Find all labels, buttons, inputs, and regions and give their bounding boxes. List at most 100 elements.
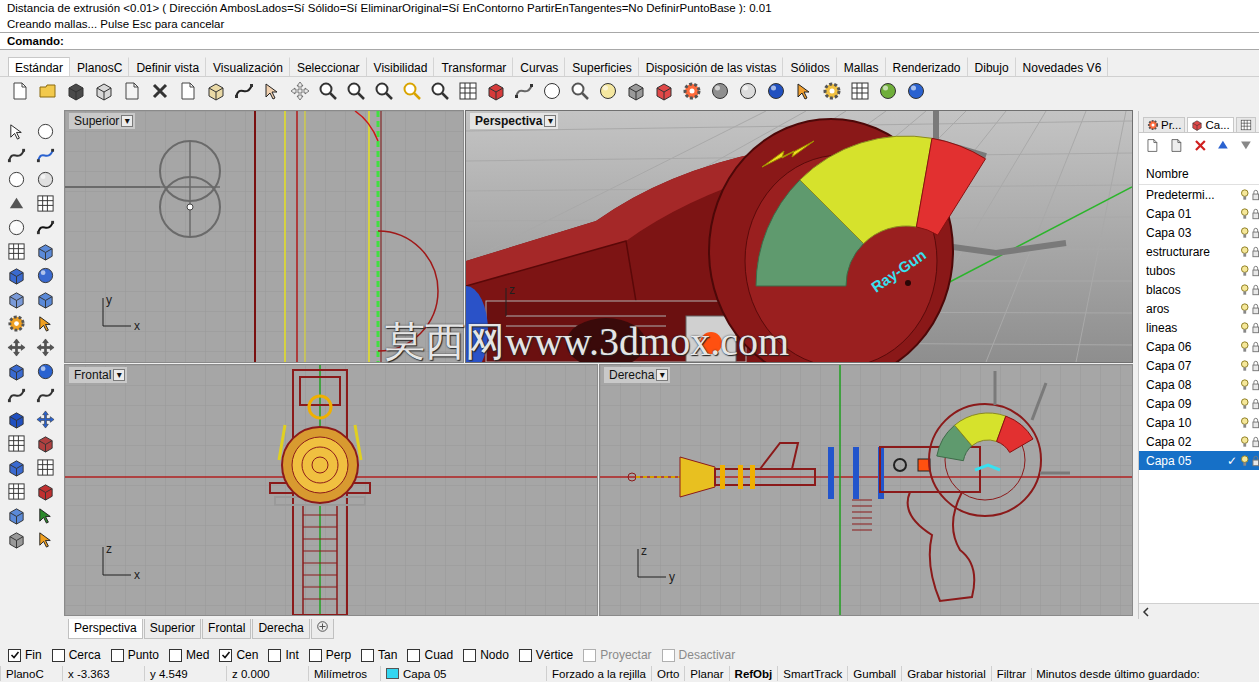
tool-button[interactable] [34, 503, 58, 527]
tool-button[interactable] [92, 79, 116, 103]
bulb-icon[interactable] [1241, 322, 1249, 334]
tool-button[interactable] [372, 79, 396, 103]
viewport-menu-button[interactable]: ▾ [656, 369, 668, 381]
tool-button[interactable] [34, 287, 58, 311]
bulb-icon[interactable] [1241, 379, 1249, 391]
layer-row[interactable]: Capa 06 [1139, 337, 1259, 356]
tool-button[interactable] [428, 79, 452, 103]
right-view-drawing[interactable]: zy [600, 365, 1132, 615]
checkbox[interactable] [309, 649, 322, 662]
tool-button[interactable] [34, 239, 58, 263]
layer-row[interactable]: aros [1139, 299, 1259, 318]
toolbar-tab[interactable]: Curvas [513, 57, 565, 76]
tool-button[interactable] [5, 407, 29, 431]
lock-icon[interactable] [1252, 303, 1259, 315]
osnap-option[interactable]: Cerca [52, 648, 101, 662]
tool-button[interactable] [5, 191, 29, 215]
tool-button[interactable] [512, 79, 536, 103]
tool-button[interactable] [596, 79, 620, 103]
toolbar-tab[interactable]: Estándar [8, 57, 70, 76]
tool-button[interactable] [652, 79, 676, 103]
tool-button[interactable] [5, 479, 29, 503]
lock-icon[interactable] [1252, 341, 1259, 353]
toolbar-tab[interactable]: Sólidos [783, 57, 836, 76]
tool-button[interactable] [34, 431, 58, 455]
tool-button[interactable] [34, 263, 58, 287]
tool-button[interactable] [34, 527, 58, 551]
layer-row[interactable]: estructurare [1139, 242, 1259, 261]
tool-button[interactable] [736, 79, 760, 103]
panel-tab[interactable]: Pr... [1143, 117, 1185, 132]
command-prompt[interactable]: Comando: [0, 32, 1259, 50]
checkbox[interactable] [463, 649, 476, 662]
lock-icon[interactable] [1252, 322, 1259, 334]
checkbox[interactable] [111, 649, 124, 662]
lock-icon[interactable] [1252, 379, 1259, 391]
tool-button[interactable] [680, 79, 704, 103]
tool-button[interactable] [848, 79, 872, 103]
bulb-icon[interactable] [1241, 455, 1249, 467]
tool-button[interactable] [34, 383, 58, 407]
panel-tab[interactable] [1236, 117, 1256, 132]
viewport[interactable]: Ray-GunzPerspectiva▾ [466, 111, 1132, 362]
tool-button[interactable] [5, 167, 29, 191]
tool-button[interactable] [148, 79, 172, 103]
front-view-drawing[interactable]: zx [65, 365, 597, 615]
lock-icon[interactable] [1252, 398, 1259, 410]
tool-button[interactable] [5, 455, 29, 479]
viewport-title[interactable]: Frontal▾ [69, 367, 127, 383]
status-toggle[interactable]: Forzado a la rejilla [546, 666, 651, 681]
tool-button[interactable] [5, 215, 29, 239]
layer-row[interactable]: Capa 02 [1139, 432, 1259, 451]
lock-icon[interactable] [1252, 360, 1259, 372]
status-toggle[interactable]: Orto [651, 666, 684, 681]
checkbox[interactable] [52, 649, 65, 662]
lock-icon[interactable] [1252, 189, 1259, 201]
layer-row[interactable]: Capa 07 [1139, 356, 1259, 375]
tool-button[interactable] [764, 79, 788, 103]
tool-button[interactable] [34, 455, 58, 479]
bulb-icon[interactable] [1241, 436, 1249, 448]
scroll-left-icon[interactable] [1142, 607, 1150, 617]
bulb-icon[interactable] [1241, 246, 1249, 258]
layer-row[interactable]: blacos [1139, 280, 1259, 299]
tool-button[interactable] [176, 79, 200, 103]
toolbar-tab[interactable]: Seleccionar [290, 57, 367, 76]
toolbar-tab[interactable]: Transformar [434, 57, 513, 76]
bulb-icon[interactable] [1241, 208, 1249, 220]
top-view-drawing[interactable]: yx [65, 111, 463, 362]
tool-button[interactable] [34, 119, 58, 143]
layer-row[interactable]: Capa 03 [1139, 223, 1259, 242]
tool-button[interactable] [5, 119, 29, 143]
viewport[interactable]: yxSuperior▾ [65, 111, 463, 362]
toolbar-tab[interactable]: Renderizado [886, 57, 968, 76]
bulb-icon[interactable] [1241, 189, 1249, 201]
tool-button[interactable] [484, 79, 508, 103]
status-toggle[interactable]: RefObj [729, 666, 778, 681]
toolbar-tab[interactable]: Visibilidad [367, 57, 435, 76]
tool-button[interactable] [64, 79, 88, 103]
bulb-icon[interactable] [1241, 398, 1249, 410]
tool-button[interactable] [34, 143, 58, 167]
lock-icon[interactable] [1252, 436, 1259, 448]
checkbox[interactable] [268, 649, 281, 662]
osnap-option[interactable]: Punto [111, 648, 159, 662]
lock-icon[interactable] [1252, 227, 1259, 239]
bulb-icon[interactable] [1241, 284, 1249, 296]
tool-button[interactable] [34, 407, 58, 431]
viewport[interactable]: zyDerecha▾ [600, 365, 1132, 615]
viewport-tab[interactable]: Frontal [202, 619, 251, 639]
layer-row[interactable]: Capa 01 [1139, 204, 1259, 223]
viewport-tab[interactable]: Derecha [252, 619, 309, 639]
tool-button[interactable] [344, 79, 368, 103]
tool-button[interactable] [34, 479, 58, 503]
tool-button[interactable] [904, 79, 928, 103]
tool-button[interactable] [34, 335, 58, 359]
tool-button[interactable] [792, 79, 816, 103]
tool-button[interactable] [204, 79, 228, 103]
tool-button[interactable] [34, 359, 58, 383]
viewport-menu-button[interactable]: ▾ [544, 115, 556, 127]
lock-icon[interactable] [1252, 246, 1259, 258]
lock-icon[interactable] [1252, 417, 1259, 429]
viewport[interactable]: zxFrontal▾ [65, 365, 597, 615]
